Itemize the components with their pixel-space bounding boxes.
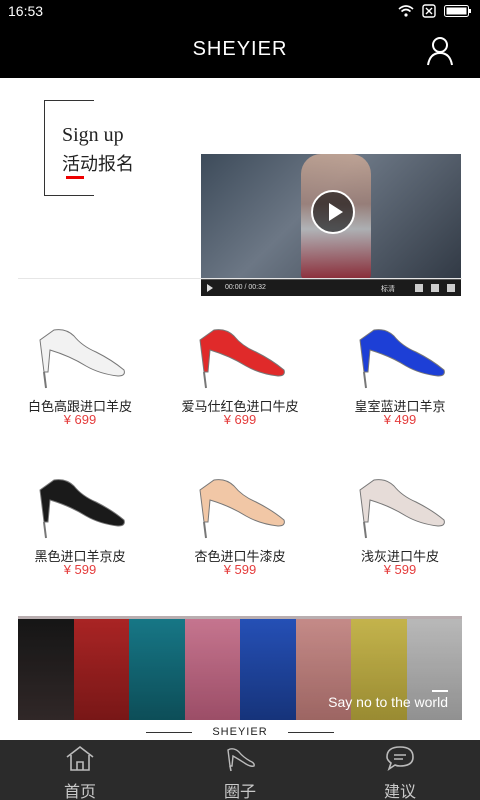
tab-circle-label: 圈子 — [223, 784, 256, 800]
volume-icon[interactable] — [415, 284, 423, 292]
signup-title-en: Sign up — [62, 124, 124, 146]
signup-accent-bar — [66, 176, 84, 179]
promo-video-player[interactable]: 00:00 / 00:32 标清 — [201, 154, 461, 296]
wifi-icon — [398, 5, 414, 17]
no-sim-icon — [422, 4, 436, 18]
heel-icon — [227, 748, 255, 772]
product-card[interactable]: 浅灰进口牛皮 ¥ 599 — [320, 450, 480, 590]
signup-card[interactable]: Sign up 活动报名 — [44, 100, 144, 200]
promo-section: Sign up 活动报名 00:00 / 00:32 标清 — [0, 78, 480, 296]
video-time: 00:00 / 00:32 — [225, 284, 266, 291]
signup-frame — [44, 100, 94, 196]
user-profile-icon[interactable] — [426, 36, 454, 66]
status-bar: 16:53 — [0, 0, 480, 24]
product-card[interactable]: 白色高跟进口羊皮 ¥ 699 — [0, 300, 160, 440]
section-divider — [18, 278, 462, 279]
brand-footer-text: SHEYIER — [212, 726, 268, 738]
tab-suggest[interactable]: 建议 — [320, 740, 480, 800]
brand-line-right — [288, 732, 334, 733]
chat-bubble-icon — [386, 746, 414, 771]
video-control-icons — [415, 284, 455, 292]
product-card[interactable]: 皇室蓝进口羊京 ¥ 499 — [320, 300, 480, 440]
shoe-image — [199, 479, 285, 539]
shoe-image — [39, 329, 125, 389]
shoe-image — [39, 479, 125, 539]
banner-caption: Say no to the world — [328, 694, 448, 710]
product-card[interactable]: 黑色进口羊京皮 ¥ 599 — [0, 450, 160, 590]
battery-icon — [444, 5, 471, 17]
tab-home[interactable]: 首页 — [0, 740, 160, 800]
product-price: ¥ 599 — [383, 562, 417, 577]
shoe-image — [359, 479, 445, 539]
bottom-tab-bar: 首页 圈子 建议 — [0, 740, 480, 800]
share-icon[interactable] — [431, 284, 439, 292]
tab-home-label: 首页 — [63, 784, 96, 800]
status-time: 16:53 — [8, 3, 44, 19]
status-icons — [398, 4, 472, 18]
promo-banner[interactable]: Say no to the world — [18, 616, 462, 720]
app-title: SHEYIER — [192, 38, 288, 60]
video-quality-label[interactable]: 标清 — [381, 284, 395, 294]
app-header: SHEYIER — [0, 24, 480, 78]
control-play-icon[interactable] — [207, 284, 213, 292]
product-price: ¥ 599 — [223, 562, 257, 577]
shoe-image — [199, 329, 285, 389]
video-play-button[interactable] — [311, 190, 355, 234]
home-icon — [66, 745, 94, 771]
fullscreen-icon[interactable] — [447, 284, 455, 292]
product-price: ¥ 699 — [223, 412, 257, 427]
product-price: ¥ 699 — [63, 412, 97, 427]
product-card[interactable]: 爱马仕红色进口牛皮 ¥ 699 — [160, 300, 320, 440]
shoe-image — [359, 329, 445, 389]
tab-suggest-label: 建议 — [383, 784, 416, 800]
banner-dash — [432, 690, 448, 692]
brand-footer: SHEYIER — [0, 724, 480, 740]
tab-circle[interactable]: 圈子 — [160, 740, 320, 800]
video-controls: 00:00 / 00:32 标清 — [201, 280, 461, 296]
product-price: ¥ 599 — [63, 562, 97, 577]
product-card[interactable]: 杏色进口牛漆皮 ¥ 599 — [160, 450, 320, 590]
product-price: ¥ 499 — [383, 412, 417, 427]
signup-title-cn: 活动报名 — [62, 154, 134, 174]
